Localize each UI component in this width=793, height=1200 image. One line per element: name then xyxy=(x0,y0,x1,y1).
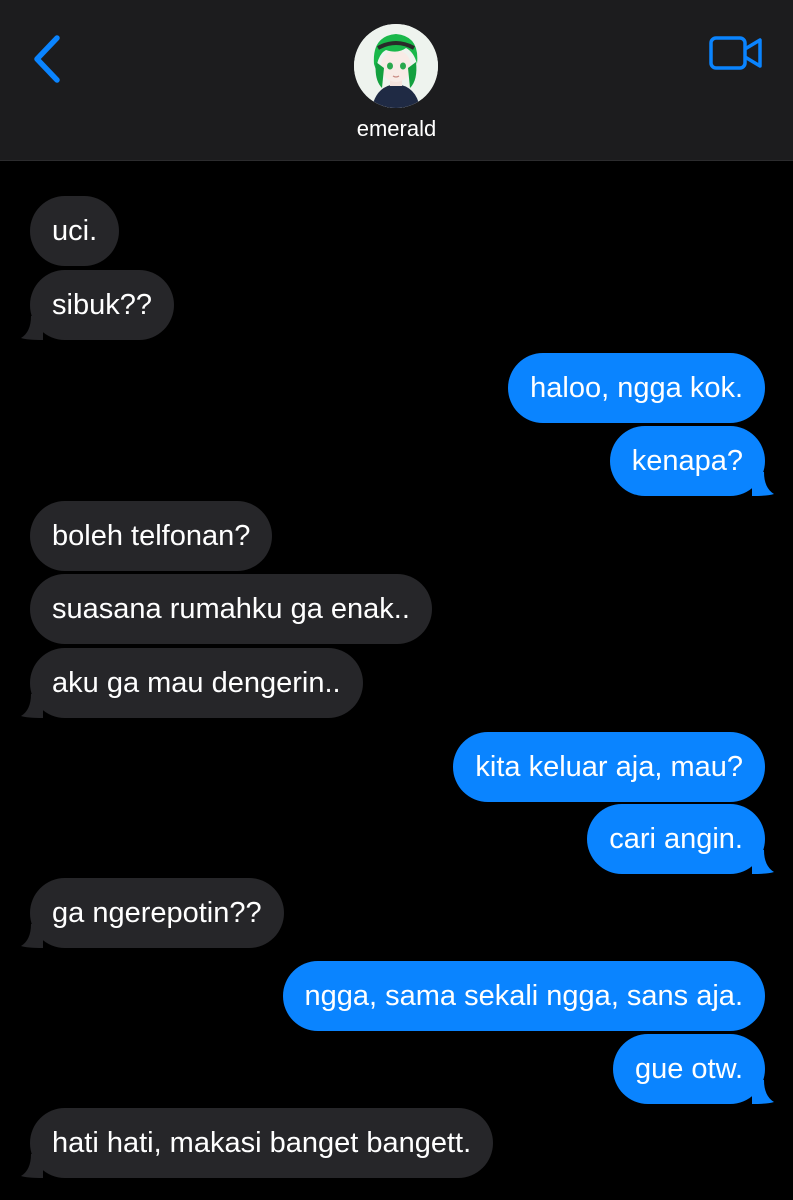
incoming-message[interactable]: sibuk?? xyxy=(21,270,174,340)
bubble-tail xyxy=(752,1080,774,1104)
chevron-left-icon xyxy=(34,35,60,83)
back-button[interactable] xyxy=(28,32,68,86)
outgoing-message[interactable]: cari angin. xyxy=(587,804,774,874)
message-text: haloo, ngga kok. xyxy=(530,372,743,404)
bubble-tail xyxy=(752,472,774,496)
message-list: uci. sibuk?? haloo, ngga kok. kenapa? bo… xyxy=(0,160,793,1200)
message-text: sibuk?? xyxy=(52,289,152,321)
incoming-message[interactable]: ga ngerepotin?? xyxy=(21,878,284,948)
message-text: hati hati, makasi banget bangett. xyxy=(52,1127,472,1159)
message-text: ga ngerepotin?? xyxy=(52,897,262,929)
message-text: uci. xyxy=(52,215,98,247)
outgoing-message[interactable]: kenapa? xyxy=(609,426,774,496)
avatar-image xyxy=(354,24,438,108)
message-text: ngga, sama sekali ngga, sans aja. xyxy=(304,980,744,1012)
bubble-tail xyxy=(21,694,43,718)
incoming-message[interactable]: aku ga mau dengerin.. xyxy=(21,648,363,718)
message-text: cari angin. xyxy=(609,823,743,855)
bubble-tail xyxy=(752,850,774,874)
outgoing-message[interactable]: kita keluar aja, mau? xyxy=(453,732,765,802)
contact-name[interactable]: emerald xyxy=(0,116,793,142)
incoming-message[interactable]: hati hati, makasi banget bangett. xyxy=(21,1108,494,1178)
video-call-button[interactable] xyxy=(708,34,764,72)
chat-header: emerald xyxy=(0,0,793,161)
bubble-tail xyxy=(21,924,43,948)
outgoing-message[interactable]: gue otw. xyxy=(612,1034,774,1104)
contact-avatar[interactable] xyxy=(354,24,438,108)
message-text: suasana rumahku ga enak.. xyxy=(52,593,410,625)
outgoing-message[interactable]: haloo, ngga kok. xyxy=(508,353,765,423)
message-text: aku ga mau dengerin.. xyxy=(52,667,341,699)
video-camera-icon xyxy=(709,36,762,70)
incoming-message[interactable]: uci. xyxy=(30,196,120,266)
bubble-tail xyxy=(21,316,43,340)
bubble-tail xyxy=(21,1154,43,1178)
message-text: kenapa? xyxy=(631,445,743,477)
incoming-message[interactable]: boleh telfonan? xyxy=(30,501,273,571)
message-text: kita keluar aja, mau? xyxy=(475,751,743,783)
incoming-message[interactable]: suasana rumahku ga enak.. xyxy=(30,574,432,644)
message-text: gue otw. xyxy=(634,1053,743,1085)
message-text: boleh telfonan? xyxy=(52,520,251,552)
outgoing-message[interactable]: ngga, sama sekali ngga, sans aja. xyxy=(282,961,765,1031)
